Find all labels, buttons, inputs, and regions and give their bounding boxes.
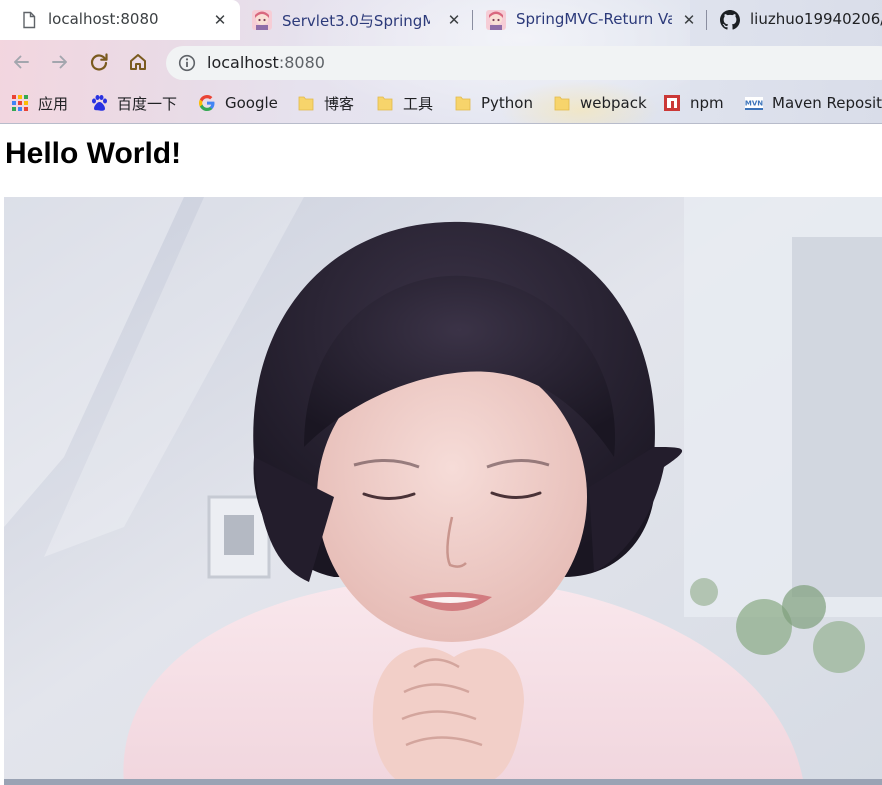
bookmark-label: 应用 bbox=[38, 94, 69, 113]
anime-favicon-icon bbox=[252, 10, 272, 30]
apps-grid-icon bbox=[11, 94, 29, 112]
tab-title: SpringMVC-Return Va bbox=[516, 10, 672, 28]
tab-github[interactable]: liuzhuo19940206/li bbox=[710, 0, 882, 40]
address-url: localhost:8080 bbox=[207, 53, 325, 72]
bookmark-label: webpack bbox=[580, 94, 647, 112]
page-icon bbox=[20, 11, 38, 29]
bookmark-folder-python[interactable]: Python bbox=[454, 92, 533, 114]
bookmark-label: Maven Reposito bbox=[772, 94, 882, 112]
photo-illustration bbox=[4, 197, 882, 785]
photo-woman-praying bbox=[4, 197, 882, 785]
tab-title: Servlet3.0与SpringMVC bbox=[282, 12, 430, 30]
bookmark-baidu[interactable]: 百度一下 bbox=[90, 92, 177, 114]
folder-icon bbox=[454, 94, 472, 112]
anime-favicon-icon bbox=[486, 10, 506, 30]
bookmark-label: 百度一下 bbox=[117, 94, 178, 113]
bookmark-label: Python bbox=[481, 94, 533, 112]
folder-icon bbox=[297, 94, 315, 112]
bookmark-apps[interactable]: 应用 bbox=[11, 92, 68, 114]
folder-icon bbox=[553, 94, 571, 112]
bookmark-label: 工具 bbox=[403, 94, 434, 113]
npm-icon bbox=[663, 94, 681, 112]
bookmark-label: Google bbox=[225, 94, 278, 112]
tab-separator bbox=[472, 10, 473, 30]
folder-icon bbox=[376, 94, 394, 112]
back-arrow-icon[interactable] bbox=[10, 51, 32, 73]
tab-springmvc-return[interactable]: SpringMVC-Return Va ✕ bbox=[474, 0, 702, 40]
url-port: :8080 bbox=[278, 53, 325, 72]
github-icon bbox=[720, 10, 740, 30]
toolbar: localhost:8080 bbox=[0, 40, 882, 84]
info-icon[interactable] bbox=[178, 54, 196, 72]
google-g-icon bbox=[198, 94, 216, 112]
tab-title: liuzhuo19940206/li bbox=[750, 10, 882, 28]
forward-arrow-icon[interactable] bbox=[49, 51, 71, 73]
tab-strip: localhost:8080 ✕ Servlet3.0与SpringMVC ✕ bbox=[0, 0, 882, 40]
tab-title: localhost:8080 bbox=[48, 10, 159, 28]
close-icon[interactable]: ✕ bbox=[445, 11, 463, 29]
address-bar[interactable]: localhost:8080 bbox=[166, 46, 882, 80]
bookmark-folder-webpack[interactable]: webpack bbox=[553, 92, 647, 114]
bookmark-folder-tools[interactable]: 工具 bbox=[376, 92, 433, 114]
bookmark-npm[interactable]: npm bbox=[663, 92, 724, 114]
tab-servlet-springmvc[interactable]: Servlet3.0与SpringMVC ✕ bbox=[240, 0, 468, 40]
bookmark-label: npm bbox=[690, 94, 724, 112]
baidu-paw-icon bbox=[90, 94, 108, 112]
bookmark-label: 博客 bbox=[324, 94, 355, 113]
bookmark-folder-blog[interactable]: 博客 bbox=[297, 92, 354, 114]
close-icon[interactable]: ✕ bbox=[680, 11, 698, 29]
page-heading: Hello World! bbox=[5, 137, 182, 170]
tab-separator bbox=[706, 10, 707, 30]
url-host: localhost bbox=[207, 53, 279, 72]
chrome-divider bbox=[0, 123, 882, 124]
home-icon[interactable] bbox=[127, 51, 149, 73]
bookmark-google[interactable]: Google bbox=[198, 92, 278, 114]
tab-localhost[interactable]: localhost:8080 ✕ bbox=[0, 0, 240, 40]
bookmarks-bar: 应用 百度一下 Google 博客 工具 Python webpack npm … bbox=[0, 84, 882, 122]
close-icon[interactable]: ✕ bbox=[211, 11, 229, 29]
svg-text:MVN: MVN bbox=[745, 100, 763, 108]
maven-icon: MVN bbox=[745, 94, 763, 112]
browser-chrome: localhost:8080 ✕ Servlet3.0与SpringMVC ✕ bbox=[0, 0, 882, 124]
reload-icon[interactable] bbox=[88, 51, 110, 73]
bookmark-maven[interactable]: MVN Maven Reposito bbox=[745, 92, 882, 114]
